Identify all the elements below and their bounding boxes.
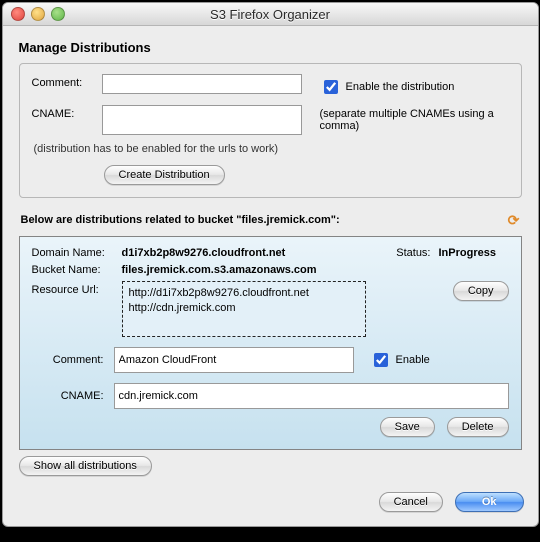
page-title: Manage Distributions	[19, 40, 522, 55]
comment-label: Comment:	[32, 74, 102, 89]
distribution-panel: Domain Name: d1i7xb2p8w9276.cloudfront.n…	[19, 236, 522, 450]
content: Manage Distributions Comment: Enable the…	[3, 26, 538, 486]
cname-label: CNAME:	[32, 105, 102, 120]
dist-enable-label: Enable	[396, 354, 430, 366]
dist-cname-input[interactable]	[114, 383, 509, 409]
copy-button[interactable]: Copy	[453, 281, 509, 301]
enable-distribution-input[interactable]	[324, 80, 338, 94]
dist-comment-input[interactable]	[114, 347, 354, 373]
zoom-icon[interactable]	[51, 7, 65, 21]
cancel-button[interactable]: Cancel	[379, 492, 443, 512]
minimize-icon[interactable]	[31, 7, 45, 21]
resource-url-label: Resource Url:	[32, 281, 122, 296]
window-title: S3 Firefox Organizer	[210, 7, 330, 22]
enable-distribution-checkbox[interactable]: Enable the distribution	[320, 77, 509, 97]
resource-url-2: http://cdn.jremick.com	[129, 301, 359, 316]
bucket-name-value: files.jremick.com.s3.amazonaws.com	[122, 264, 509, 276]
show-all-distributions-button[interactable]: Show all distributions	[19, 456, 152, 476]
cname-input[interactable]	[102, 105, 302, 135]
dist-cname-label: CNAME:	[32, 390, 108, 402]
delete-button[interactable]: Delete	[447, 417, 509, 437]
dist-enable-checkbox[interactable]: Enable	[370, 350, 430, 370]
resource-url-box[interactable]: http://d1i7xb2p8w9276.cloudfront.net htt…	[122, 281, 366, 337]
dist-comment-label: Comment:	[32, 354, 108, 366]
domain-name-value: d1i7xb2p8w9276.cloudfront.net	[122, 247, 381, 259]
bucket-name-label: Bucket Name:	[32, 264, 122, 276]
traffic-lights	[11, 7, 65, 21]
create-group: Comment: Enable the distribution CNAME: …	[19, 63, 522, 198]
resource-url-1: http://d1i7xb2p8w9276.cloudfront.net	[129, 286, 359, 301]
domain-name-label: Domain Name:	[32, 247, 122, 259]
refresh-icon[interactable]: ⟳	[506, 212, 522, 228]
cname-hint: (separate multiple CNAMEs using a comma)	[302, 105, 509, 132]
enabled-hint: (distribution has to be enabled for the …	[34, 143, 509, 155]
dialog-footer: Cancel Ok	[3, 486, 538, 526]
save-button[interactable]: Save	[380, 417, 435, 437]
dist-enable-input[interactable]	[374, 353, 388, 367]
create-distribution-button[interactable]: Create Distribution	[104, 165, 225, 185]
status-value: InProgress	[439, 247, 509, 259]
enable-distribution-label: Enable the distribution	[346, 81, 455, 93]
status-label: Status:	[381, 247, 431, 259]
titlebar: S3 Firefox Organizer	[3, 3, 538, 26]
dialog-window: S3 Firefox Organizer Manage Distribution…	[2, 2, 539, 527]
distributions-header: Below are distributions related to bucke…	[21, 214, 340, 226]
ok-button[interactable]: Ok	[455, 492, 524, 512]
close-icon[interactable]	[11, 7, 25, 21]
comment-input[interactable]	[102, 74, 302, 94]
